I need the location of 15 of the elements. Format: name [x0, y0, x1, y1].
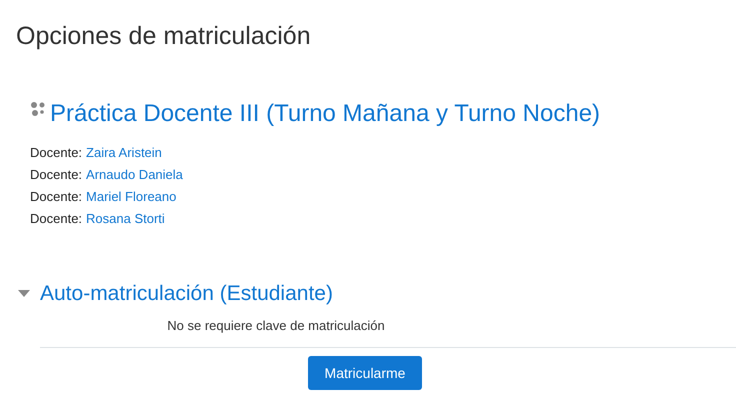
- enrol-key-note: No se requiere clave de matriculación: [167, 318, 385, 333]
- teacher-label: Docente:: [30, 167, 82, 182]
- collapse-caret-icon[interactable]: [18, 290, 30, 298]
- teacher-link[interactable]: Rosana Storti: [86, 211, 165, 226]
- enrol-button[interactable]: Matricularme: [308, 356, 422, 390]
- section-title-link[interactable]: Auto-matriculación (Estudiante): [40, 282, 333, 306]
- teacher-label: Docente:: [30, 145, 82, 160]
- teacher-label: Docente:: [30, 189, 82, 204]
- teacher-link[interactable]: Arnaudo Daniela: [86, 167, 183, 182]
- teacher-link[interactable]: Mariel Floreano: [86, 189, 176, 204]
- course-icon: [30, 101, 46, 117]
- teacher-label: Docente:: [30, 211, 82, 226]
- teacher-link[interactable]: Zaira Aristein: [86, 145, 162, 160]
- course-title-link[interactable]: Práctica Docente III (Turno Mañana y Turno Noche): [50, 100, 600, 128]
- page-title: Opciones de matriculación: [15, 21, 312, 52]
